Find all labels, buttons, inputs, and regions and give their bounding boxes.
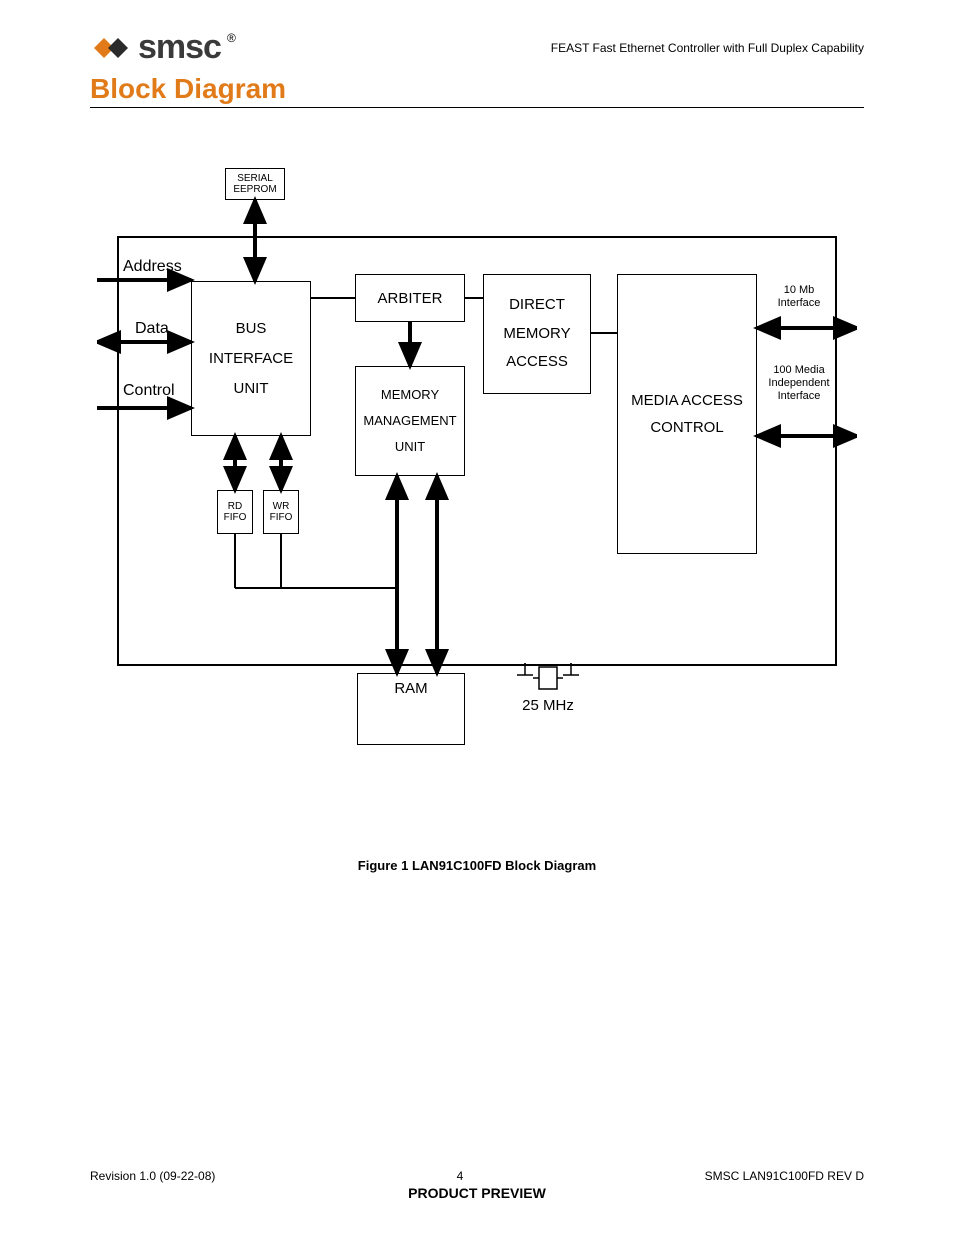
- section-title: Block Diagram: [90, 73, 864, 105]
- footer-revision: Revision 1.0 (09-22-08): [90, 1169, 215, 1183]
- footer-page: 4: [457, 1169, 464, 1183]
- media-access-control-block: MEDIA ACCESS CONTROL: [617, 274, 757, 554]
- serial-eeprom-block: SERIAL EEPROM: [225, 168, 285, 200]
- control-label: Control: [123, 382, 175, 400]
- ten-mb-label: 10 Mb Interface: [763, 284, 835, 310]
- ram-block: RAM: [357, 673, 465, 745]
- brand-text: smsc: [138, 28, 221, 67]
- doc-subtitle: FEAST Fast Ethernet Controller with Full…: [551, 41, 864, 55]
- hundred-label: 100 Media Independent Interface: [763, 364, 835, 404]
- bus-interface-unit-block: BUS INTERFACE UNIT: [191, 281, 311, 436]
- wr-fifo-block: WR FIFO: [263, 490, 299, 534]
- registered-mark: ®: [227, 31, 236, 45]
- footer-right: SMSC LAN91C100FD REV D: [705, 1169, 864, 1183]
- data-label: Data: [135, 320, 169, 338]
- arbiter-block: ARBITER: [355, 274, 465, 322]
- block-diagram: SERIAL EEPROM BUS INTERFACE UNIT ARBITER…: [97, 168, 857, 818]
- footer-preview: PRODUCT PREVIEW: [90, 1185, 864, 1201]
- crystal-label: 25 MHz: [513, 697, 583, 714]
- page-footer: Revision 1.0 (09-22-08) 4 SMSC LAN91C100…: [90, 1169, 864, 1201]
- direct-memory-access-block: DIRECT MEMORY ACCESS: [483, 274, 591, 394]
- logo-icon: [90, 31, 132, 65]
- section-divider: [90, 107, 864, 108]
- rd-fifo-block: RD FIFO: [217, 490, 253, 534]
- brand-logo: smsc ®: [90, 28, 236, 67]
- memory-management-unit-block: MEMORY MANAGEMENT UNIT: [355, 366, 465, 476]
- address-label: Address: [123, 258, 182, 276]
- figure-caption: Figure 1 LAN91C100FD Block Diagram: [90, 858, 864, 873]
- crystal-block: 25 MHz: [513, 663, 583, 714]
